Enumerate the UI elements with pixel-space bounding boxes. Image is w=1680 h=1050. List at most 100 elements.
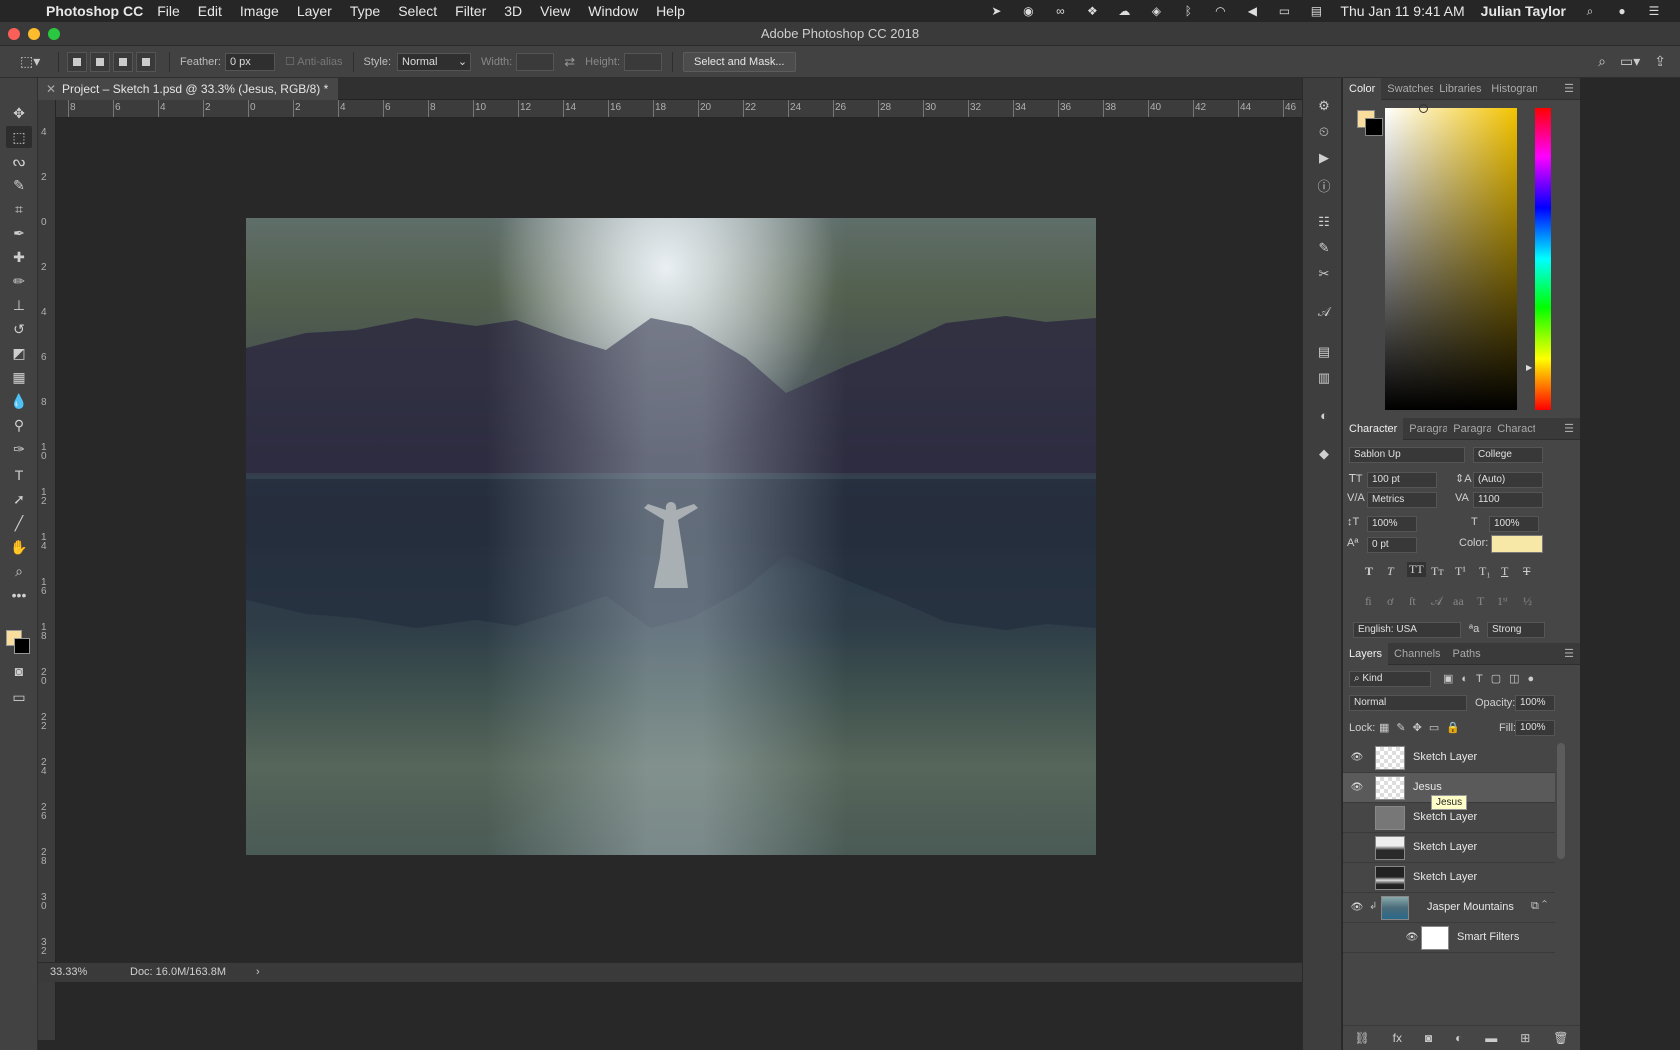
info-icon[interactable]: ⓘ bbox=[1315, 176, 1333, 194]
creative-cloud-status-icon[interactable]: ◉ bbox=[1020, 4, 1036, 18]
color-picker-cursor[interactable] bbox=[1419, 104, 1428, 113]
fill-input[interactable]: 100% bbox=[1515, 720, 1555, 736]
learn-icon[interactable]: ◆ bbox=[1315, 446, 1333, 464]
height-input[interactable] bbox=[624, 52, 662, 71]
history-brush-tool-icon[interactable]: ↺ bbox=[6, 318, 32, 340]
hue-slider[interactable]: ▶ bbox=[1526, 108, 1551, 410]
saturation-brightness-picker[interactable] bbox=[1385, 104, 1517, 410]
marquee-preset-icon[interactable]: ⬚▾ bbox=[20, 53, 50, 70]
marquee-tool-icon[interactable]: ⬚ bbox=[6, 126, 32, 148]
menu-filter[interactable]: Filter bbox=[455, 3, 486, 19]
font-size-input[interactable]: 100 pt bbox=[1367, 472, 1437, 488]
tab-channels[interactable]: Channels bbox=[1388, 648, 1446, 660]
tab-character-styles[interactable]: Character Styles bbox=[1491, 423, 1535, 435]
layer-row[interactable]: Sketch Layer bbox=[1343, 863, 1555, 893]
move-tool-icon[interactable]: ✥ bbox=[6, 102, 32, 124]
menu-window[interactable]: Window bbox=[588, 3, 638, 19]
hue-slider-handle[interactable]: ▶ bbox=[1526, 363, 1532, 372]
baseline-shift-input[interactable]: 0 pt bbox=[1367, 537, 1417, 553]
swap-dimensions-icon[interactable]: ⇄ bbox=[564, 54, 575, 70]
zoom-tool-icon[interactable]: ⌕ bbox=[6, 560, 32, 582]
new-layer-icon[interactable]: ⊞ bbox=[1520, 1031, 1530, 1045]
brushes-icon[interactable]: ✎ bbox=[1315, 240, 1333, 258]
tab-paragraph[interactable]: Paragraph bbox=[1403, 423, 1447, 435]
width-input[interactable] bbox=[516, 52, 555, 71]
zoom-window-button[interactable] bbox=[48, 28, 60, 40]
adjustments-icon[interactable]: ☷ bbox=[1315, 214, 1333, 232]
menu-help[interactable]: Help bbox=[656, 3, 685, 19]
tab-swatches[interactable]: Swatches bbox=[1381, 83, 1433, 95]
tab-color[interactable]: Color bbox=[1343, 77, 1382, 100]
menubar-clock[interactable]: Thu Jan 11 9:41 AM bbox=[1340, 3, 1464, 19]
antialias-checkbox[interactable]: ☐ Anti-alias bbox=[285, 55, 343, 68]
tab-character[interactable]: Character bbox=[1343, 417, 1404, 440]
quick-selection-tool-icon[interactable]: ✎ bbox=[6, 174, 32, 196]
ordinal-suffix-icon[interactable]: 1ˢᵗ bbox=[1497, 594, 1508, 609]
app-menu[interactable]: Photoshop CC bbox=[46, 3, 143, 19]
link-layers-icon[interactable]: ⛓ bbox=[1354, 1031, 1369, 1045]
fractions-icon[interactable]: ½ bbox=[1523, 594, 1532, 609]
strikethrough-icon[interactable]: T bbox=[1523, 564, 1530, 579]
superscript-icon[interactable]: T¹ bbox=[1455, 564, 1466, 579]
menu-edit[interactable]: Edit bbox=[198, 3, 222, 19]
menubar-user[interactable]: Julian Taylor bbox=[1481, 3, 1566, 19]
character-styles-icon[interactable]: ▥ bbox=[1315, 370, 1333, 388]
layer-row[interactable]: 👁 Sketch Layer bbox=[1343, 743, 1555, 773]
hand-tool-icon[interactable]: ✋ bbox=[6, 536, 32, 558]
paragraph-styles-icon[interactable]: ▤ bbox=[1315, 344, 1333, 362]
blend-mode-select[interactable]: Normal bbox=[1349, 695, 1467, 711]
layer-row[interactable]: Sketch Layer bbox=[1343, 833, 1555, 863]
status-menu-arrow-icon[interactable]: › bbox=[256, 963, 260, 981]
tab-paths[interactable]: Paths bbox=[1447, 648, 1487, 660]
gradient-tool-icon[interactable]: ▦ bbox=[6, 366, 32, 388]
quick-mask-icon[interactable]: ◙ bbox=[6, 660, 32, 682]
dodge-tool-icon[interactable]: ⚲ bbox=[6, 414, 32, 436]
more-tools-icon[interactable]: ••• bbox=[6, 584, 32, 606]
eye-icon[interactable]: 👁 bbox=[1350, 751, 1364, 765]
ordinals-icon[interactable]: T bbox=[1477, 594, 1484, 609]
lock-options-icons[interactable]: ▦✎✥▭🔒 bbox=[1379, 721, 1467, 734]
antialias-method-select[interactable]: Strong bbox=[1487, 622, 1545, 638]
panel-menu-icon[interactable]: ☰ bbox=[1564, 647, 1574, 660]
eye-icon[interactable]: 👁 bbox=[1350, 781, 1364, 795]
menu-view[interactable]: View bbox=[540, 3, 570, 19]
battery-icon[interactable]: ▭ bbox=[1276, 4, 1292, 18]
visibility-toggle-icon[interactable] bbox=[1350, 811, 1364, 825]
tab-libraries[interactable]: Libraries bbox=[1433, 83, 1485, 95]
layers-scrollbar[interactable] bbox=[1557, 743, 1565, 859]
healing-brush-tool-icon[interactable]: ✚ bbox=[6, 246, 32, 268]
properties-icon[interactable]: ⚙ bbox=[1315, 98, 1333, 116]
faux-italic-icon[interactable]: T bbox=[1387, 564, 1394, 579]
volume-icon[interactable]: ◀ bbox=[1244, 4, 1260, 18]
actions-play-icon[interactable]: ▶ bbox=[1315, 150, 1333, 168]
glyphs-icon[interactable]: 𝒜 bbox=[1315, 304, 1333, 322]
add-to-selection-icon[interactable] bbox=[90, 51, 110, 72]
zoom-level[interactable]: 33.33% bbox=[50, 963, 87, 981]
display-icon[interactable]: ▤ bbox=[1308, 4, 1324, 18]
panel-menu-icon[interactable]: ☰ bbox=[1564, 422, 1574, 435]
siri-icon[interactable]: ● bbox=[1614, 4, 1630, 18]
canvas-area[interactable] bbox=[56, 118, 1302, 1030]
feather-input[interactable]: 0 px bbox=[224, 52, 275, 71]
layer-filter-select[interactable]: ⌕ Kind bbox=[1349, 671, 1431, 687]
vertical-scale-input[interactable]: 100% bbox=[1367, 516, 1417, 532]
eye-icon[interactable]: 👁 bbox=[1350, 901, 1364, 915]
font-family-select[interactable]: Sablon Up bbox=[1349, 447, 1465, 463]
vpn-icon[interactable]: ◈ bbox=[1148, 4, 1164, 18]
history-icon[interactable]: ⏲ bbox=[1315, 124, 1333, 142]
document-tab[interactable]: ✕ Project – Sketch 1.psd @ 33.3% (Jesus,… bbox=[38, 78, 338, 100]
wifi-icon[interactable]: ◠ bbox=[1212, 4, 1228, 18]
lasso-tool-icon[interactable]: ᔓ bbox=[6, 150, 32, 172]
all-caps-icon[interactable]: TT bbox=[1407, 562, 1426, 577]
kerning-select[interactable]: Metrics bbox=[1367, 492, 1437, 508]
language-select[interactable]: English: USA bbox=[1353, 622, 1461, 638]
spotlight-search-icon[interactable]: ⌕ bbox=[1582, 4, 1598, 18]
opacity-input[interactable]: 100% bbox=[1515, 695, 1555, 711]
document-image[interactable] bbox=[246, 218, 1096, 855]
add-mask-icon[interactable]: ◙ bbox=[1425, 1031, 1432, 1045]
intersect-selection-icon[interactable] bbox=[136, 51, 156, 72]
old-style-icon[interactable]: ơ bbox=[1387, 594, 1393, 609]
tab-layers[interactable]: Layers bbox=[1343, 642, 1389, 665]
eye-icon[interactable]: 👁 bbox=[1405, 931, 1419, 945]
eraser-tool-icon[interactable]: ◩ bbox=[6, 342, 32, 364]
